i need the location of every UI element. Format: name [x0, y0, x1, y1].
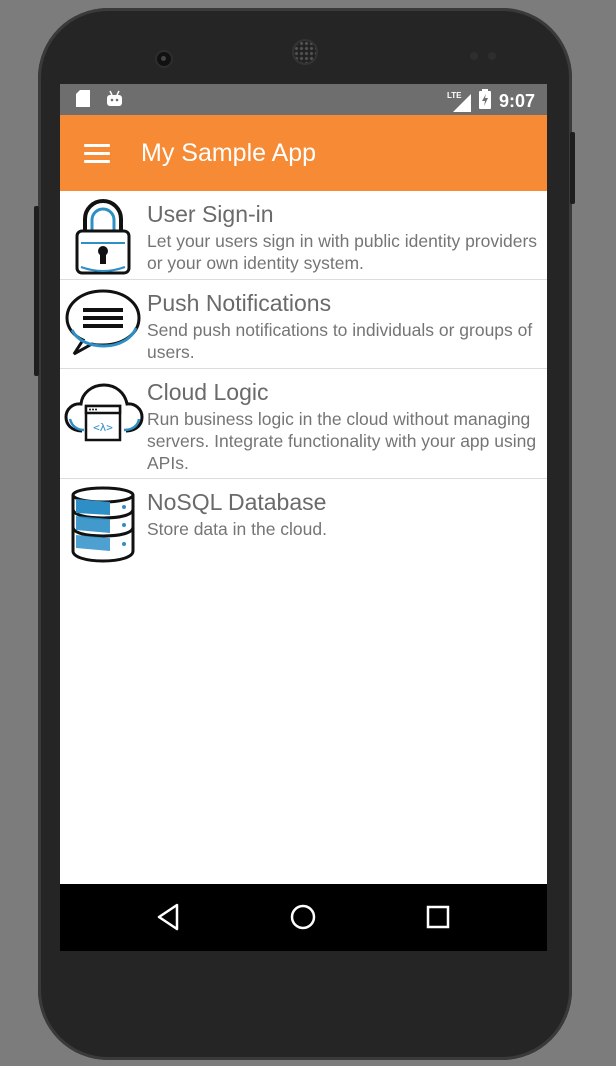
- padlock-icon: [75, 199, 131, 275]
- svg-text:<λ>: <λ>: [93, 421, 113, 434]
- hamburger-menu-icon[interactable]: [84, 144, 110, 164]
- light-sensor: [488, 52, 496, 60]
- status-bar: LTE 9:07: [60, 84, 547, 115]
- battery-icon: [478, 89, 491, 114]
- app-bar: My Sample App: [60, 115, 547, 191]
- list-item-nosql-database[interactable]: NoSQL Database Store data in the cloud.: [60, 479, 547, 571]
- android-icon: [106, 90, 123, 112]
- item-text: User Sign-in Let your users sign in with…: [147, 191, 547, 279]
- power-button: [34, 206, 39, 376]
- home-icon[interactable]: [288, 902, 318, 932]
- app-screen: LTE 9:07 My Sample App User Sign-in Let …: [60, 84, 547, 951]
- network-label: LTE: [446, 90, 462, 100]
- volume-button: [570, 132, 575, 204]
- feature-list: User Sign-in Let your users sign in with…: [60, 191, 547, 571]
- sd-card-icon: [76, 90, 90, 112]
- item-icon-container: [60, 191, 147, 279]
- item-text: NoSQL Database Store data in the cloud.: [147, 479, 331, 571]
- item-description: Let your users sign in with public ident…: [147, 231, 538, 273]
- item-description: Store data in the cloud.: [147, 519, 327, 539]
- recents-icon[interactable]: [426, 905, 450, 929]
- item-icon-container: <λ>: [60, 369, 147, 478]
- navigation-bar: [60, 884, 547, 951]
- item-description: Send push notifications to individuals o…: [147, 320, 533, 362]
- status-time: 9:07: [498, 91, 535, 111]
- database-icon: [71, 486, 135, 563]
- status-right: LTE 9:07: [446, 89, 535, 114]
- item-text: Cloud Logic Run business logic in the cl…: [147, 369, 547, 478]
- lte-signal-icon: LTE: [446, 90, 471, 112]
- list-item-user-sign-in[interactable]: User Sign-in Let your users sign in with…: [60, 191, 547, 280]
- app-title: My Sample App: [141, 139, 317, 167]
- cloud-lambda-icon: <λ>: [64, 383, 144, 442]
- item-title: NoSQL Database: [147, 489, 327, 515]
- front-camera: [157, 52, 171, 66]
- item-text: Push Notifications Send push notificatio…: [147, 280, 547, 368]
- item-icon-container: [60, 280, 147, 368]
- device-stage: LTE 9:07 My Sample App User Sign-in Let …: [0, 0, 616, 1066]
- status-left: [76, 90, 123, 112]
- item-icon-container: [60, 479, 147, 571]
- speech-bubble-icon: [65, 289, 141, 356]
- list-item-cloud-logic[interactable]: <λ> Cloud Logic Run business logic in th…: [60, 369, 547, 479]
- item-title: Push Notifications: [147, 290, 332, 316]
- item-description: Run business logic in the cloud without …: [147, 409, 537, 473]
- proximity-sensor: [470, 52, 478, 60]
- item-title: Cloud Logic: [147, 379, 269, 405]
- earpiece-speaker: [292, 39, 318, 65]
- list-item-push-notifications[interactable]: Push Notifications Send push notificatio…: [60, 280, 547, 369]
- item-title: User Sign-in: [147, 201, 274, 227]
- back-icon[interactable]: [156, 902, 180, 932]
